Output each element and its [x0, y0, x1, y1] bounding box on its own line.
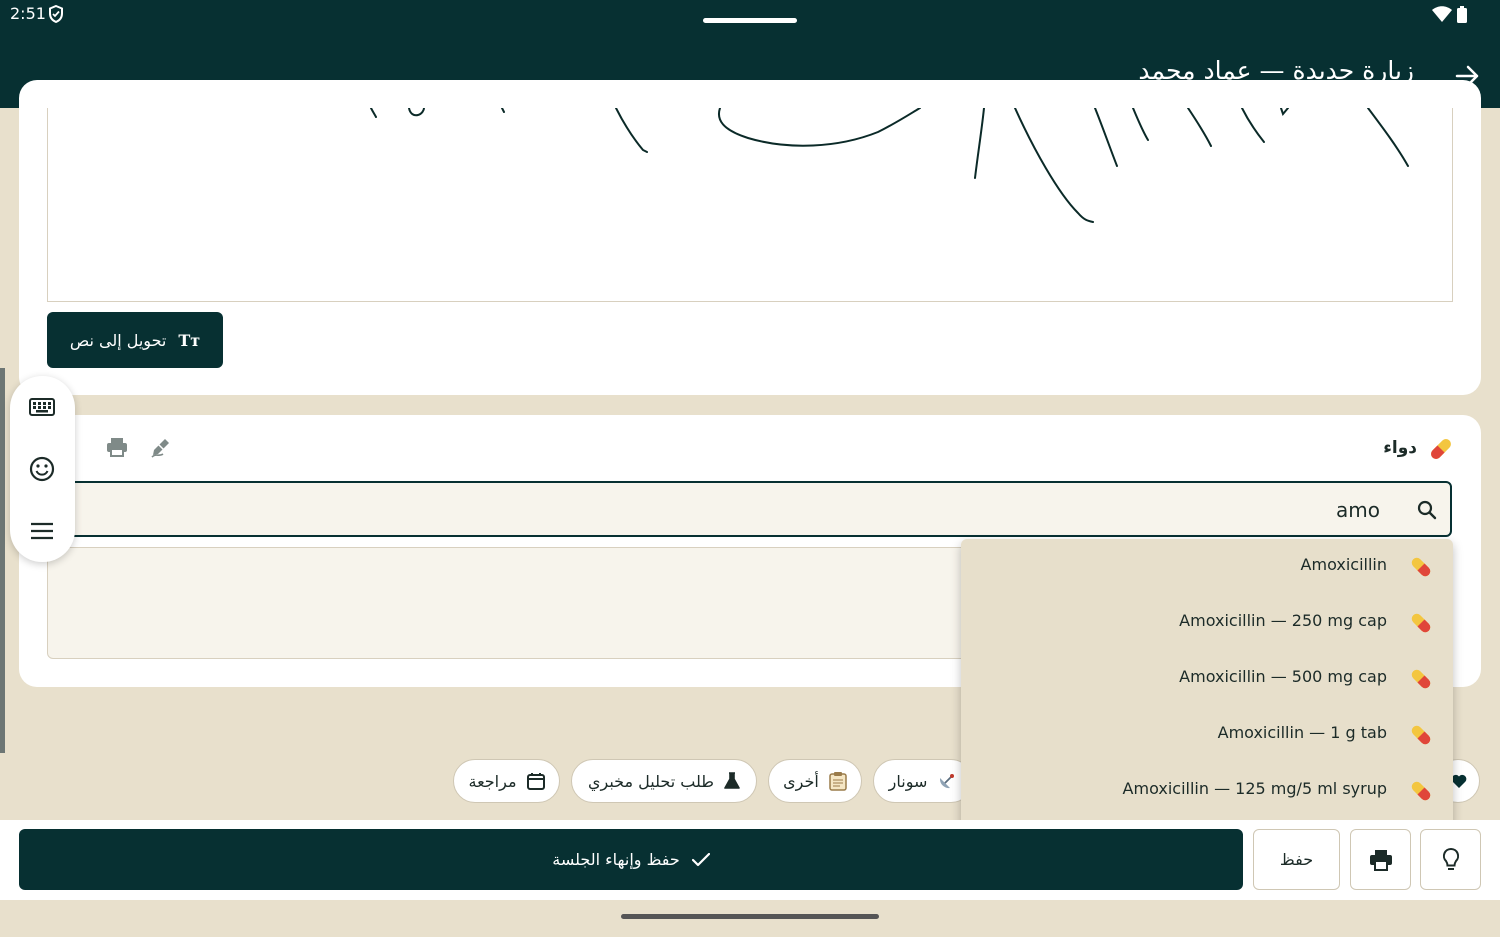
keyboard-icon[interactable] [29, 398, 55, 416]
save-and-finish-button[interactable]: حفظ وإنهاء الجلسة [19, 829, 1243, 890]
suggestion-label: Amoxicillin — 1 g tab [1217, 723, 1387, 742]
print-icon[interactable] [106, 436, 128, 458]
battery-icon [1457, 6, 1467, 23]
convert-to-text-label: تحويل إلى نص [69, 330, 167, 350]
followup-chip[interactable]: مراجعة [453, 759, 560, 803]
pill-icon [1409, 779, 1433, 803]
convert-to-text-button[interactable]: Tт تحويل إلى نص [47, 312, 223, 368]
suggestion-item[interactable]: Amoxicillin — 500 mg cap [961, 651, 1453, 707]
medication-suggestions-dropdown: Amoxicillin Amoxicillin — 250 mg cap Amo… [961, 539, 1453, 842]
sonar-chip-label: سونار [888, 771, 928, 791]
status-bar: 2:51 [0, 0, 1500, 38]
other-chip-label: أخرى [783, 771, 819, 791]
pill-icon [1409, 723, 1433, 747]
suggestions-button[interactable] [1420, 829, 1481, 890]
print-icon [1369, 849, 1393, 871]
medication-search-input[interactable] [480, 495, 1380, 525]
emoji-icon[interactable] [29, 456, 55, 482]
wifi-icon [1432, 6, 1452, 22]
sonar-chip[interactable]: سونار [873, 759, 973, 803]
satellite-dish-icon [937, 771, 957, 791]
status-time: 2:51 [10, 4, 46, 23]
text-format-icon: Tт [178, 330, 201, 350]
suggestion-item[interactable]: Amoxicillin — 250 mg cap [961, 595, 1453, 651]
menu-icon[interactable] [29, 522, 55, 540]
pill-icon [1409, 667, 1433, 691]
lab-request-chip-label: طلب تحليل مخبري [588, 771, 715, 791]
suggestion-item[interactable]: Amoxicillin — 125 mg/5 ml syrup [961, 763, 1453, 819]
side-edge-handle[interactable] [0, 368, 5, 753]
other-chip[interactable]: أخرى [768, 759, 862, 803]
pill-icon [1409, 611, 1433, 635]
floating-input-toolbar [10, 376, 75, 562]
suggestion-item[interactable]: Amoxicillin — 1 g tab [961, 707, 1453, 763]
search-icon [1416, 499, 1438, 521]
medication-search-field[interactable] [60, 481, 1452, 537]
suggestion-label: Amoxicillin — 250 mg cap [1179, 611, 1387, 630]
clipboard-icon [829, 771, 847, 791]
shield-icon [48, 5, 64, 23]
followup-chip-label: مراجعة [468, 771, 517, 791]
pill-icon [1428, 436, 1454, 462]
lightbulb-icon [1441, 847, 1461, 873]
status-notch [703, 18, 797, 23]
handwriting-strokes [370, 108, 1409, 223]
home-indicator [621, 914, 879, 919]
save-and-finish-label: حفظ وإنهاء الجلسة [552, 850, 680, 869]
calendar-icon [526, 772, 545, 790]
medication-title: دواء [1383, 438, 1417, 458]
pill-icon [1409, 555, 1433, 579]
save-button[interactable]: حفظ [1253, 829, 1340, 890]
flask-icon [724, 772, 740, 790]
drawing-canvas[interactable] [47, 108, 1453, 302]
suggestion-label: Amoxicillin — 125 mg/5 ml syrup [1122, 779, 1387, 798]
print-button[interactable] [1350, 829, 1411, 890]
heart-icon [1451, 774, 1467, 789]
save-label: حفظ [1279, 850, 1314, 869]
suggestion-label: Amoxicillin — 500 mg cap [1179, 667, 1387, 686]
draw-edit-icon[interactable] [150, 436, 172, 458]
suggestion-label: Amoxicillin [1300, 555, 1387, 574]
suggestion-item[interactable]: Amoxicillin [961, 539, 1453, 595]
lab-request-chip[interactable]: طلب تحليل مخبري [571, 759, 757, 803]
check-icon [691, 852, 710, 867]
